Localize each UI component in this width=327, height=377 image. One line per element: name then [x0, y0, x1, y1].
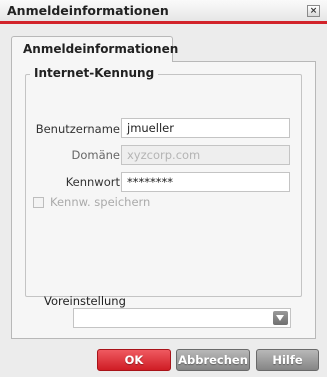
ok-button[interactable]: OK — [97, 349, 171, 371]
username-field[interactable]: jmueller — [121, 118, 290, 138]
help-button[interactable]: Hilfe — [256, 349, 319, 371]
cancel-button[interactable]: Abbrechen — [176, 349, 250, 371]
preset-label: Voreinstellung — [44, 294, 126, 308]
password-field[interactable]: ******** — [121, 172, 290, 192]
close-icon[interactable]: × — [307, 5, 320, 17]
preset-select[interactable] — [73, 308, 291, 328]
domain-field: xyzcorp.com — [121, 145, 290, 165]
tab-anmeldeinformationen[interactable]: Anmeldeinformationen — [11, 36, 178, 62]
chevron-down-icon[interactable] — [273, 311, 288, 325]
remember-password-checkbox[interactable] — [33, 197, 44, 208]
window-title: Anmeldeinformationen — [7, 3, 169, 18]
username-label: Benutzername — [35, 122, 120, 136]
password-label: Kennwort — [65, 175, 120, 189]
username-value: jmueller — [127, 121, 174, 135]
domain-value: xyzcorp.com — [127, 148, 201, 162]
tab-label: Anmeldeinformationen — [23, 42, 179, 56]
group-title: Internet-Kennung — [30, 66, 159, 80]
remember-password-label: Kennw. speichern — [50, 195, 151, 209]
domain-label: Domäne — [71, 148, 120, 162]
password-value: ******** — [127, 175, 173, 189]
title-bar: Anmeldeinformationen × — [0, 0, 327, 24]
